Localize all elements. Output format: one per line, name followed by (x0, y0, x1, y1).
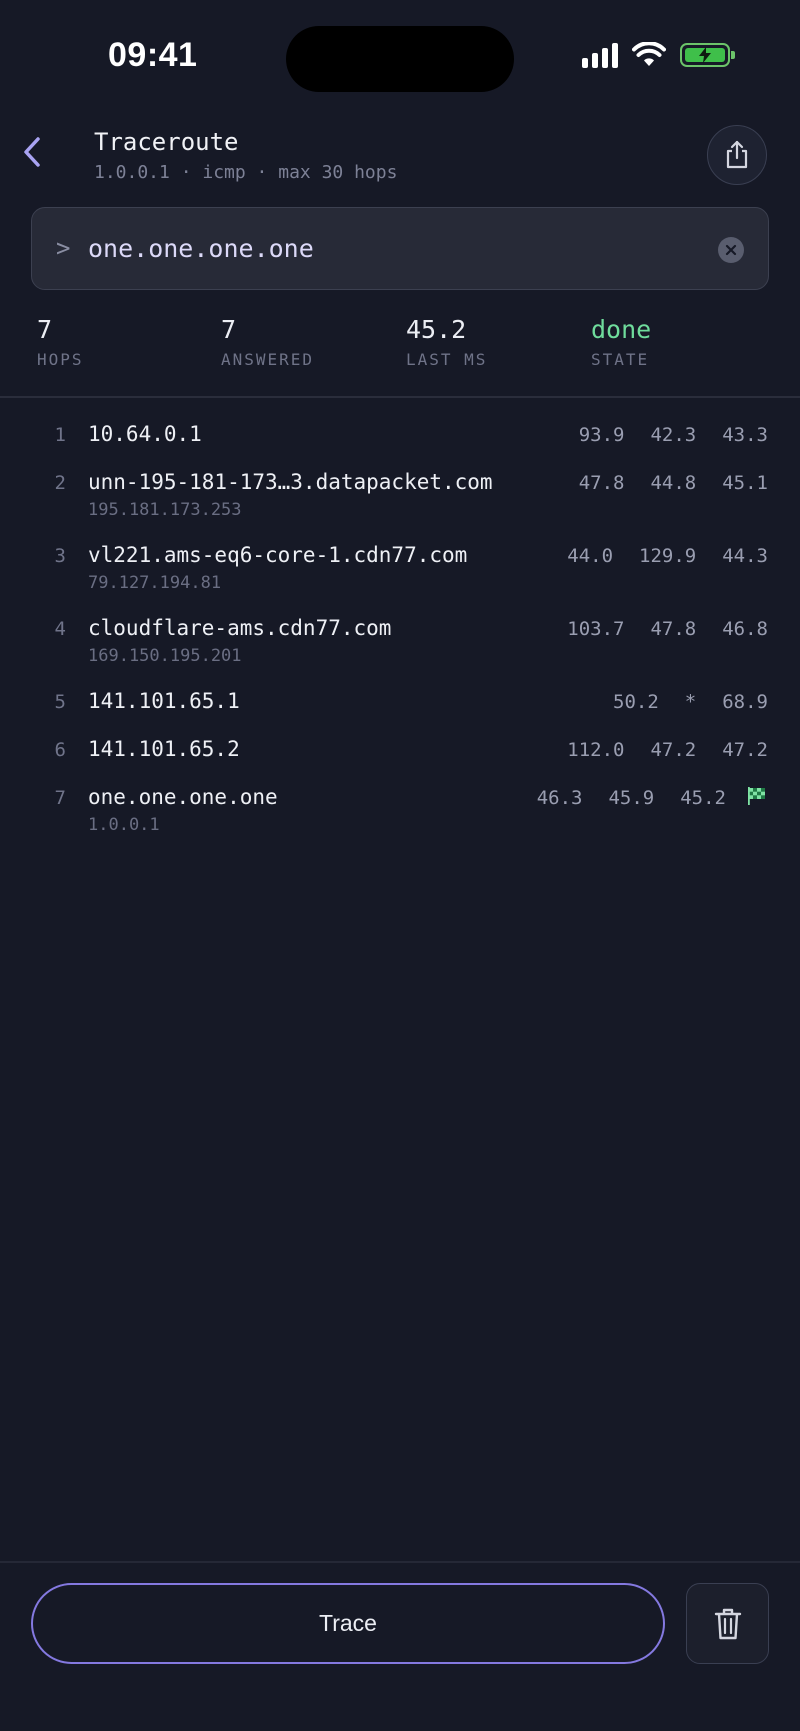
hop-number: 4 (54, 618, 66, 640)
hop-row[interactable]: 6 141.101.65.2 112.0 47.2 47.2 (0, 737, 800, 787)
delete-button[interactable] (686, 1583, 769, 1664)
rtt-value: 45.1 (722, 472, 768, 494)
page-title: Traceroute (94, 128, 239, 156)
hop-number: 6 (54, 739, 66, 761)
rtt-value: 112.0 (567, 739, 625, 761)
rtt-value: 46.3 (536, 787, 583, 809)
hop-rtts: 46.3 45.9 45.2 (511, 787, 768, 809)
stat-value: done (591, 315, 652, 344)
status-time: 09:41 (108, 36, 198, 74)
host-search-bar: > (31, 207, 769, 290)
rtt-value: * (684, 691, 697, 713)
share-button[interactable] (707, 125, 767, 185)
status-bar: 09:41 (0, 0, 800, 110)
stat-label: LAST MS (406, 350, 488, 369)
hop-rtts: 44.0 129.9 44.3 (541, 545, 768, 567)
dynamic-island (286, 26, 514, 92)
host-input[interactable] (88, 228, 688, 268)
stat-label: STATE (591, 350, 650, 369)
hop-rtts: 103.7 47.8 46.8 (541, 618, 768, 640)
stat-last-ms: 45.2 LAST MS (406, 315, 487, 369)
stat-label: HOPS (37, 350, 84, 369)
hop-number: 1 (54, 424, 66, 446)
rtt-value: 47.2 (650, 739, 697, 761)
hop-row-destination[interactable]: 7 one.one.one.one 1.0.0.1 46.3 45.9 45.2 (0, 785, 800, 860)
hop-hostname: unn-195-181-173…3.datapacket.com (88, 470, 493, 494)
hop-ip: 169.150.195.201 (88, 646, 242, 666)
clear-input-button[interactable] (718, 237, 744, 263)
hop-row[interactable]: 4 cloudflare-ams.cdn77.com 169.150.195.2… (0, 616, 800, 691)
stats-row: 7 HOPS 7 ANSWERED 45.2 LAST MS done STAT… (0, 315, 800, 377)
stat-answered: 7 ANSWERED (221, 315, 314, 369)
wifi-icon (632, 42, 666, 66)
hop-number: 3 (54, 545, 66, 567)
trash-icon (714, 1608, 741, 1639)
rtt-value: 47.2 (722, 739, 768, 761)
hop-row[interactable]: 5 141.101.65.1 50.2 * 68.9 (0, 689, 800, 739)
rtt-value: 42.3 (650, 424, 697, 446)
trace-button[interactable]: Trace (31, 1583, 665, 1664)
rtt-value: 44.3 (722, 545, 768, 567)
hop-rtts: 112.0 47.2 47.2 (541, 739, 768, 761)
stat-label: ANSWERED (221, 350, 315, 369)
rtt-value: 47.8 (650, 618, 697, 640)
rtt-value: 46.8 (722, 618, 768, 640)
hop-list: 1 10.64.0.1 93.9 42.3 43.3 2 unn-195-181… (0, 422, 800, 860)
rtt-value: 93.9 (578, 424, 625, 446)
cellular-signal-icon (582, 42, 618, 68)
rtt-value: 68.9 (722, 691, 768, 713)
divider (0, 396, 800, 398)
share-icon (726, 140, 748, 169)
stat-value: 45.2 (406, 315, 467, 344)
hop-number: 7 (54, 787, 66, 809)
clear-circle-icon (725, 244, 737, 256)
status-icons (582, 42, 735, 68)
chevron-left-icon (24, 137, 40, 167)
rtt-value: 47.8 (578, 472, 625, 494)
rtt-value: 44.0 (567, 545, 614, 567)
back-button[interactable] (14, 132, 50, 172)
hop-hostname: one.one.one.one (88, 785, 278, 809)
rtt-value: 129.9 (639, 545, 697, 567)
hop-hostname: 141.101.65.2 (88, 737, 240, 761)
hop-ip: 1.0.0.1 (88, 815, 160, 835)
prompt-symbol: > (56, 234, 71, 262)
hop-hostname: vl221.ams-eq6-core-1.cdn77.com (88, 543, 468, 567)
stat-value: 7 (37, 315, 53, 344)
hop-hostname: cloudflare-ams.cdn77.com (88, 616, 392, 640)
stat-value: 7 (221, 315, 237, 344)
rtt-value: 45.9 (608, 787, 655, 809)
nav-header: Traceroute 1.0.0.1 · icmp · max 30 hops (0, 118, 800, 198)
hop-hostname: 141.101.65.1 (88, 689, 240, 713)
hop-rtts: 93.9 42.3 43.3 (553, 424, 768, 446)
hop-rtts: 47.8 44.8 45.1 (553, 472, 768, 494)
rtt-value: 44.8 (650, 472, 697, 494)
page-subtitle: 1.0.0.1 · icmp · max 30 hops (94, 162, 398, 183)
hop-row[interactable]: 1 10.64.0.1 93.9 42.3 43.3 (0, 422, 800, 472)
hop-number: 5 (54, 691, 66, 713)
rtt-value: 45.2 (680, 787, 726, 809)
rtt-value: 103.7 (567, 618, 625, 640)
bottom-divider (0, 1561, 800, 1563)
battery-charging-icon (680, 43, 735, 67)
checkered-flag-icon (748, 787, 765, 805)
stat-state: done STATE (591, 315, 651, 369)
hop-number: 2 (54, 472, 66, 494)
stat-hops: 7 HOPS (37, 315, 84, 369)
hop-rtts: 50.2 * 68.9 (587, 691, 768, 713)
hop-row[interactable]: 3 vl221.ams-eq6-core-1.cdn77.com 79.127.… (0, 543, 800, 618)
hop-hostname: 10.64.0.1 (88, 422, 202, 446)
rtt-value: 43.3 (722, 424, 768, 446)
rtt-value: 50.2 (613, 691, 659, 713)
hop-row[interactable]: 2 unn-195-181-173…3.datapacket.com 195.1… (0, 470, 800, 545)
hop-ip: 195.181.173.253 (88, 500, 242, 520)
hop-ip: 79.127.194.81 (88, 573, 222, 593)
